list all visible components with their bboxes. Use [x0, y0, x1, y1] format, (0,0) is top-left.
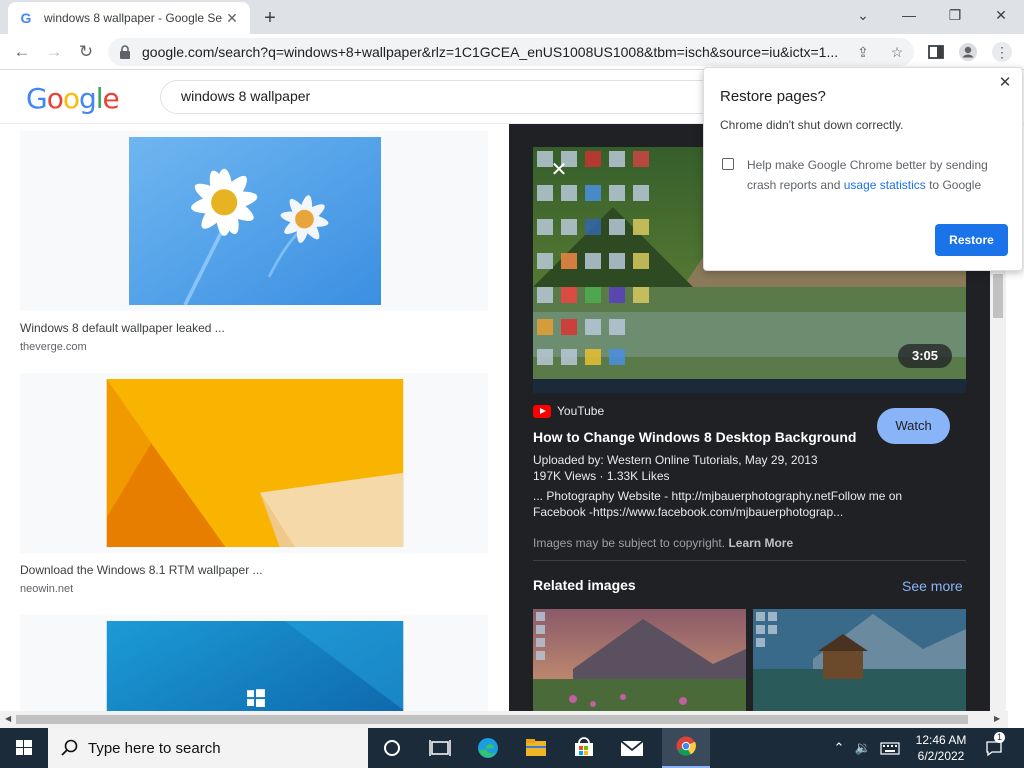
- minimize-icon[interactable]: —: [886, 0, 932, 30]
- windows-blue-wallpaper-image: [106, 621, 404, 711]
- watch-button[interactable]: Watch: [877, 408, 950, 444]
- result-item[interactable]: Download the Windows 8.1 RTM wallpaper .…: [20, 373, 488, 595]
- edge-browser-icon[interactable]: [464, 728, 512, 768]
- restore-pages-dialog: ✕ Restore pages? Chrome didn't shut down…: [703, 67, 1023, 271]
- logo-letter: l: [95, 82, 104, 115]
- yellow-wallpaper-image: [106, 379, 404, 547]
- close-preview-icon[interactable]: ✕: [549, 160, 569, 180]
- clock-time: 12:46 AM: [915, 733, 967, 747]
- task-view-icon[interactable]: [416, 728, 464, 768]
- uploaded-by: Uploaded by: Western Online Tutorials, M…: [533, 453, 818, 467]
- windows-taskbar: Type here to search ⌃ 🔉 12:46 AM 6/2/202…: [0, 728, 1024, 768]
- url-text: google.com/search?q=windows+8+wallpaper&…: [142, 44, 839, 60]
- forward-arrow-icon[interactable]: →: [42, 40, 66, 64]
- keyboard-icon[interactable]: [878, 728, 902, 768]
- taskbar-search-box[interactable]: Type here to search: [48, 728, 368, 768]
- result-thumbnail[interactable]: [20, 131, 488, 311]
- related-images-heading: Related images: [533, 577, 636, 593]
- close-window-icon[interactable]: ✕: [978, 0, 1024, 30]
- youtube-icon: [533, 404, 551, 418]
- new-tab-button[interactable]: +: [258, 6, 282, 30]
- chrome-taskbar-icon[interactable]: [662, 728, 710, 768]
- file-explorer-icon[interactable]: [512, 728, 560, 768]
- mail-icon[interactable]: [608, 728, 656, 768]
- daisy-wallpaper-image: [129, 137, 381, 305]
- vertical-scrollbar-thumb[interactable]: [993, 274, 1003, 318]
- cortana-icon[interactable]: [368, 728, 416, 768]
- related-image[interactable]: [753, 609, 966, 711]
- result-source[interactable]: neowin.net: [20, 583, 488, 595]
- result-source[interactable]: theverge.com: [20, 341, 488, 353]
- dialog-close-icon[interactable]: ✕: [996, 74, 1014, 92]
- volume-icon[interactable]: 🔉: [852, 728, 874, 768]
- bookmark-star-icon[interactable]: ☆: [888, 43, 906, 61]
- browser-toolbar: ← → ↻ google.com/search?q=windows+8+wall…: [0, 34, 1024, 70]
- taskbar-clock[interactable]: 12:46 AM 6/2/2022: [906, 732, 976, 764]
- restore-window-icon[interactable]: ❐: [932, 0, 978, 30]
- google-logo[interactable]: Google: [26, 82, 120, 115]
- chrome-menu-icon[interactable]: ⋮: [992, 42, 1012, 62]
- search-box[interactable]: [160, 80, 720, 114]
- scroll-left-icon[interactable]: ◀: [5, 714, 11, 723]
- logo-letter: o: [46, 82, 64, 115]
- restore-button[interactable]: Restore: [935, 224, 1008, 256]
- search-input[interactable]: [181, 88, 701, 104]
- scroll-right-icon[interactable]: ▶: [994, 714, 1000, 723]
- source-name[interactable]: YouTube: [557, 404, 604, 418]
- tab-title: windows 8 wallpaper - Google Se: [44, 11, 223, 25]
- learn-more-link[interactable]: Learn More: [728, 536, 793, 550]
- checkbox-text-end: to Google: [925, 178, 982, 192]
- tab-google-search[interactable]: G windows 8 wallpaper - Google Se ✕: [8, 2, 250, 34]
- google-favicon-icon: G: [20, 10, 32, 26]
- microsoft-store-icon[interactable]: [560, 728, 608, 768]
- copyright-notice: Images may be subject to copyright. Lear…: [533, 536, 793, 550]
- video-description: ... Photography Website - http://mjbauer…: [533, 489, 903, 519]
- result-title[interactable]: Windows 8 default wallpaper leaked ...: [20, 321, 488, 335]
- windows-start-icon[interactable]: [0, 728, 48, 768]
- horizontal-scrollbar-thumb[interactable]: [16, 715, 968, 724]
- video-duration-badge: 3:05: [898, 344, 952, 368]
- show-hidden-icons-chevron-icon[interactable]: ⌃: [830, 728, 848, 768]
- result-item[interactable]: [20, 615, 488, 711]
- divider: [533, 560, 966, 561]
- profile-avatar-icon[interactable]: [958, 42, 978, 62]
- result-item[interactable]: Windows 8 default wallpaper leaked ... t…: [20, 131, 488, 353]
- logo-letter: g: [78, 82, 97, 115]
- lock-icon: [120, 45, 130, 59]
- side-panel-icon[interactable]: [926, 42, 946, 62]
- reload-icon[interactable]: ↻: [74, 40, 98, 64]
- checkbox-label: Help make Google Chrome better by sendin…: [747, 155, 1009, 195]
- usage-statistics-link[interactable]: usage statistics: [844, 178, 926, 192]
- horizontal-scrollbar[interactable]: ◀ ▶: [0, 711, 1008, 728]
- copyright-text: Images may be subject to copyright.: [533, 536, 726, 550]
- result-thumbnail[interactable]: [20, 373, 488, 553]
- clock-date: 6/2/2022: [917, 749, 965, 763]
- video-stats: 197K Views · 1.33K Likes: [533, 469, 670, 483]
- result-thumbnail[interactable]: [20, 615, 488, 711]
- tab-strip: G windows 8 wallpaper - Google Se ✕ + ⌄ …: [0, 0, 1024, 34]
- dialog-message: Chrome didn't shut down correctly.: [720, 118, 904, 132]
- tab-close-icon[interactable]: ✕: [224, 10, 240, 26]
- crash-report-checkbox[interactable]: [722, 158, 734, 170]
- logo-letter: e: [102, 82, 120, 115]
- search-icon: [61, 739, 78, 756]
- tab-search-chevron-icon[interactable]: ⌄: [840, 0, 886, 30]
- preview-title[interactable]: How to Change Windows 8 Desktop Backgrou…: [533, 429, 856, 445]
- related-image[interactable]: [533, 609, 746, 711]
- see-more-link[interactable]: See more: [902, 578, 963, 594]
- logo-letter: G: [26, 82, 48, 115]
- back-arrow-icon[interactable]: ←: [10, 40, 34, 64]
- result-title[interactable]: Download the Windows 8.1 RTM wallpaper .…: [20, 563, 488, 577]
- taskbar-search-placeholder: Type here to search: [88, 740, 221, 757]
- logo-letter: o: [62, 82, 80, 115]
- share-icon[interactable]: ⇪: [854, 43, 872, 61]
- notification-count-badge: 1: [994, 732, 1005, 743]
- dialog-title: Restore pages?: [720, 88, 826, 105]
- address-bar[interactable]: google.com/search?q=windows+8+wallpaper&…: [108, 38, 914, 66]
- source-row[interactable]: YouTube: [533, 404, 604, 418]
- image-results: Windows 8 default wallpaper leaked ... t…: [0, 125, 508, 711]
- notification-center[interactable]: 1: [980, 728, 1008, 768]
